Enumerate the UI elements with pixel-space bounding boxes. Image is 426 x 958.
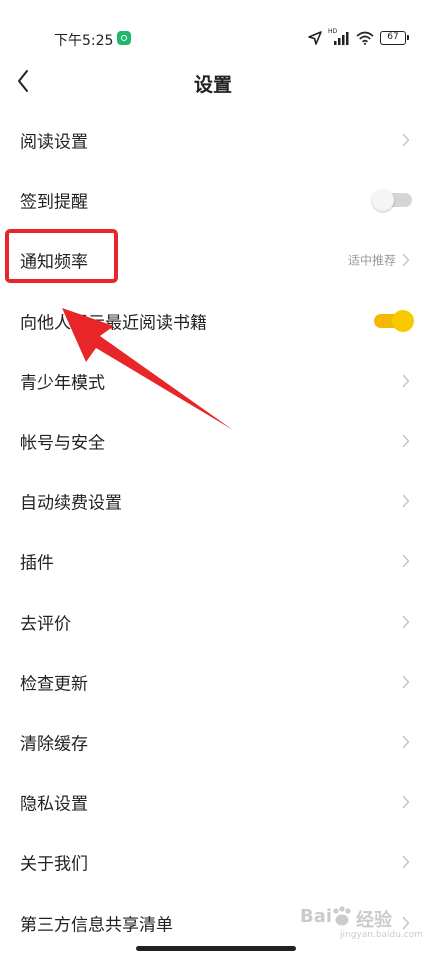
toggle-knob	[392, 309, 414, 332]
setting-label: 隐私设置	[20, 794, 88, 815]
setting-label: 通知频率	[20, 252, 88, 273]
setting-label: 去评价	[20, 614, 71, 635]
chevron-right-icon	[402, 856, 410, 869]
chevron-right-icon	[402, 495, 410, 508]
chevron-right-icon	[402, 254, 410, 267]
setting-label: 青少年模式	[20, 373, 105, 394]
setting-row[interactable]: 向他人展示最近阅读书籍	[0, 291, 426, 351]
status-indicators: HD 67	[308, 28, 409, 47]
watermark: Bai 经验 jingyan.baidu.com	[300, 904, 423, 948]
chevron-right-icon	[402, 675, 410, 688]
setting-label: 签到提醒	[20, 192, 88, 213]
signal-icon: HD	[328, 28, 350, 46]
app-notification-icon	[117, 31, 131, 45]
settings-list: 阅读设置签到提醒通知频率 适中推荐向他人展示最近阅读书籍 青少年模式帐号与安全自动续…	[0, 110, 426, 953]
setting-row[interactable]: 青少年模式	[0, 351, 426, 411]
nav-bar: 设置	[0, 56, 426, 108]
chevron-right-icon	[402, 555, 410, 568]
chevron-right-icon	[402, 735, 410, 749]
setting-label: 关于我们	[20, 854, 88, 875]
setting-label: 阅读设置	[20, 132, 88, 153]
watermark-brand-cn: 经验	[356, 910, 392, 931]
setting-row[interactable]: 插件	[0, 531, 426, 591]
setting-label: 清除缓存	[20, 734, 88, 755]
battery-icon: 67	[380, 31, 409, 45]
setting-label: 插件	[20, 553, 54, 574]
setting-row[interactable]: 清除缓存	[0, 712, 426, 772]
setting-label: 帐号与安全	[20, 433, 105, 454]
toggle-switch[interactable]	[374, 309, 414, 332]
setting-label: 第三方信息共享清单	[20, 915, 173, 936]
setting-label: 检查更新	[20, 674, 88, 695]
toggle-knob	[372, 189, 394, 212]
setting-row[interactable]: 隐私设置	[0, 772, 426, 832]
setting-row[interactable]: 自动续费设置	[0, 471, 426, 531]
setting-row[interactable]: 签到提醒	[0, 170, 426, 230]
chevron-right-icon	[402, 133, 410, 147]
chevron-right-icon	[402, 434, 410, 448]
chevron-right-icon	[402, 374, 410, 388]
setting-row[interactable]: 检查更新	[0, 652, 426, 712]
setting-label: 向他人展示最近阅读书籍	[20, 313, 207, 334]
watermark-url: jingyan.baidu.com	[340, 930, 424, 940]
setting-label: 自动续费设置	[20, 493, 122, 514]
setting-row[interactable]: 通知频率 适中推荐	[0, 230, 426, 290]
watermark-brand: Bai	[300, 906, 333, 927]
setting-row[interactable]: 去评价	[0, 592, 426, 652]
home-indicator[interactable]	[136, 946, 296, 951]
chevron-right-icon	[402, 615, 410, 628]
setting-value: 适中推荐	[347, 253, 396, 268]
setting-row[interactable]: 帐号与安全	[0, 411, 426, 471]
location-arrow-icon	[308, 31, 322, 45]
chevron-right-icon	[402, 795, 410, 809]
toggle-switch[interactable]	[372, 189, 412, 212]
status-time: 下午5:25	[54, 33, 114, 49]
setting-row[interactable]: 阅读设置	[0, 110, 426, 170]
paw-icon	[333, 906, 351, 926]
setting-row[interactable]: 关于我们	[0, 832, 426, 892]
wifi-icon	[356, 31, 374, 45]
page-title: 设置	[193, 74, 232, 96]
